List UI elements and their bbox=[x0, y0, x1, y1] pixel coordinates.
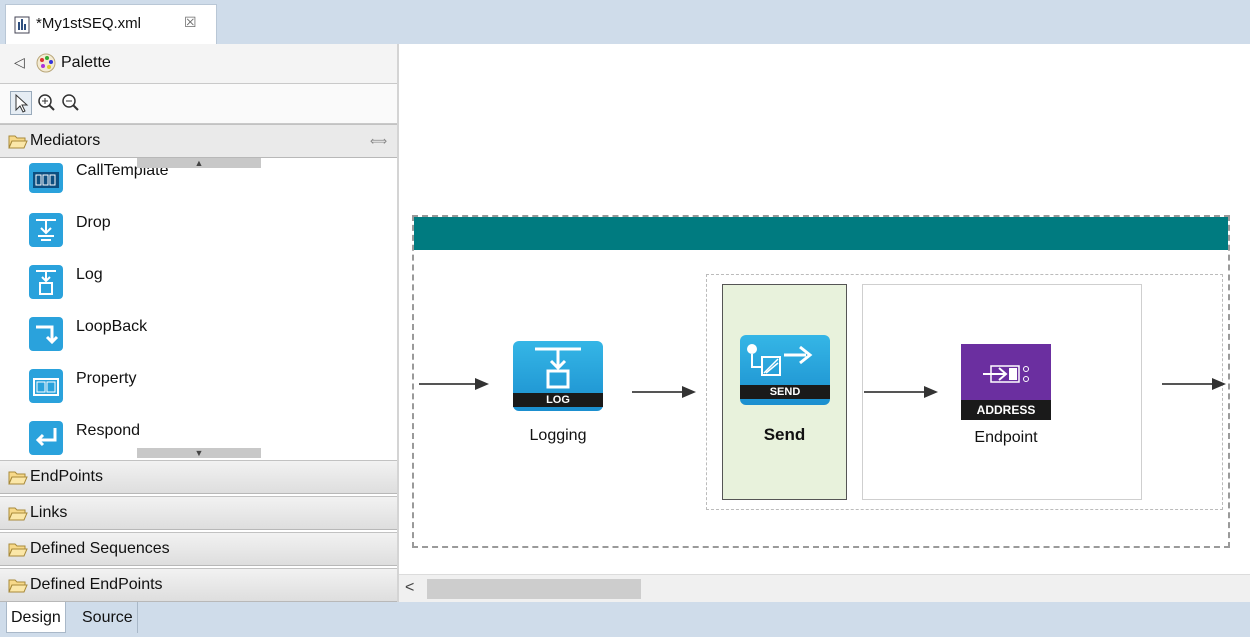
collapse-palette-icon[interactable]: ◁ bbox=[14, 54, 25, 71]
drawer-label: EndPoints bbox=[30, 468, 103, 485]
tool-drop[interactable]: Drop bbox=[28, 212, 358, 252]
folder-open-icon bbox=[8, 134, 28, 154]
sequence-header-bar bbox=[414, 217, 1228, 250]
tab-source[interactable]: Source bbox=[78, 602, 138, 633]
property-icon bbox=[28, 368, 64, 408]
folder-icon bbox=[8, 506, 28, 526]
drawer-label: Mediators bbox=[30, 132, 101, 149]
design-canvas[interactable]: LOG Logging SEND Send ADDRESS Endpoint < bbox=[397, 44, 1250, 602]
send-badge: SEND bbox=[769, 386, 801, 398]
palette-icon bbox=[36, 53, 56, 77]
palette-title: Palette bbox=[61, 54, 111, 71]
scroll-up-icon[interactable]: ▲ bbox=[137, 158, 261, 168]
select-arrow-icon[interactable] bbox=[10, 91, 32, 115]
tool-label: Respond bbox=[76, 422, 141, 439]
folder-icon bbox=[8, 542, 28, 562]
flow-arrow-icon bbox=[1162, 378, 1226, 390]
editor-tab-bar: *My1stSEQ.xml ☒ bbox=[0, 0, 1250, 44]
address-endpoint-node[interactable]: ADDRESS bbox=[961, 344, 1051, 420]
editor-bottom-tabs: Design Source bbox=[0, 602, 1250, 637]
editor-tab[interactable]: *My1stSEQ.xml ☒ bbox=[5, 4, 217, 44]
drawer-mediators[interactable]: Mediators ⟺ bbox=[0, 124, 397, 158]
log-badge: LOG bbox=[546, 394, 570, 406]
log-mediator-node[interactable]: LOG bbox=[513, 341, 603, 411]
tab-design[interactable]: Design bbox=[6, 602, 66, 633]
log-icon bbox=[28, 264, 64, 304]
palette-header: ◁ Palette bbox=[0, 44, 397, 84]
drawer-label: Links bbox=[30, 504, 68, 521]
tool-loopback[interactable]: LoopBack bbox=[28, 316, 358, 356]
folder-icon bbox=[8, 470, 28, 490]
scroll-thumb[interactable] bbox=[427, 579, 641, 599]
drawer-links[interactable]: Links bbox=[0, 496, 397, 530]
zoom-in-icon[interactable] bbox=[36, 91, 58, 115]
tool-label: Log bbox=[76, 266, 103, 283]
close-icon[interactable]: ☒ bbox=[184, 14, 197, 31]
send-mediator-group: SEND Send ADDRESS Endpoint bbox=[706, 274, 1223, 510]
zoom-out-icon[interactable] bbox=[60, 91, 82, 115]
mediator-list: CallTemplate ▲ Drop Log LoopBack Propert… bbox=[0, 158, 397, 460]
tool-label: Property bbox=[76, 370, 137, 387]
drawer-label: Defined EndPoints bbox=[30, 576, 163, 593]
tool-label: Drop bbox=[76, 214, 111, 231]
scroll-down-icon[interactable]: ▼ bbox=[137, 448, 261, 458]
send-node-label: Send bbox=[763, 425, 806, 444]
palette-panel: ◁ Palette Mediators ⟺ CallTemplate ▲ Dro… bbox=[0, 44, 397, 602]
drawer-label: Defined Sequences bbox=[30, 540, 170, 557]
flow-arrow-icon bbox=[632, 386, 696, 398]
send-mediator-node[interactable]: SEND bbox=[740, 335, 830, 405]
editor-tab-title: *My1stSEQ.xml bbox=[36, 15, 142, 32]
loopback-icon bbox=[28, 316, 64, 356]
folder-icon bbox=[8, 578, 28, 598]
xml-file-icon bbox=[14, 16, 30, 38]
tool-label: LoopBack bbox=[76, 318, 148, 335]
calltemplate-icon bbox=[28, 160, 64, 200]
sequence-container[interactable]: LOG Logging SEND Send ADDRESS Endpoint bbox=[412, 215, 1230, 548]
send-mediator-cell[interactable]: SEND Send bbox=[722, 284, 847, 500]
flow-arrow-icon bbox=[864, 386, 938, 398]
horizontal-scrollbar[interactable]: < bbox=[399, 574, 1250, 602]
drawer-defined-endpoints[interactable]: Defined EndPoints bbox=[0, 568, 397, 602]
pin-drawer-icon[interactable]: ⟺ bbox=[370, 134, 387, 148]
address-badge: ADDRESS bbox=[976, 403, 1036, 417]
log-node-label: Logging bbox=[529, 427, 587, 444]
scroll-left-icon[interactable]: < bbox=[405, 579, 414, 597]
drop-icon bbox=[28, 212, 64, 252]
respond-icon bbox=[28, 420, 64, 460]
drawer-endpoints[interactable]: EndPoints bbox=[0, 460, 397, 494]
tool-property[interactable]: Property bbox=[28, 368, 358, 408]
drawer-defined-sequences[interactable]: Defined Sequences bbox=[0, 532, 397, 566]
palette-toolbar bbox=[0, 84, 397, 124]
flow-arrow-icon bbox=[419, 378, 489, 390]
tool-log[interactable]: Log bbox=[28, 264, 358, 304]
endpoint-node-label: Endpoint bbox=[974, 429, 1038, 446]
